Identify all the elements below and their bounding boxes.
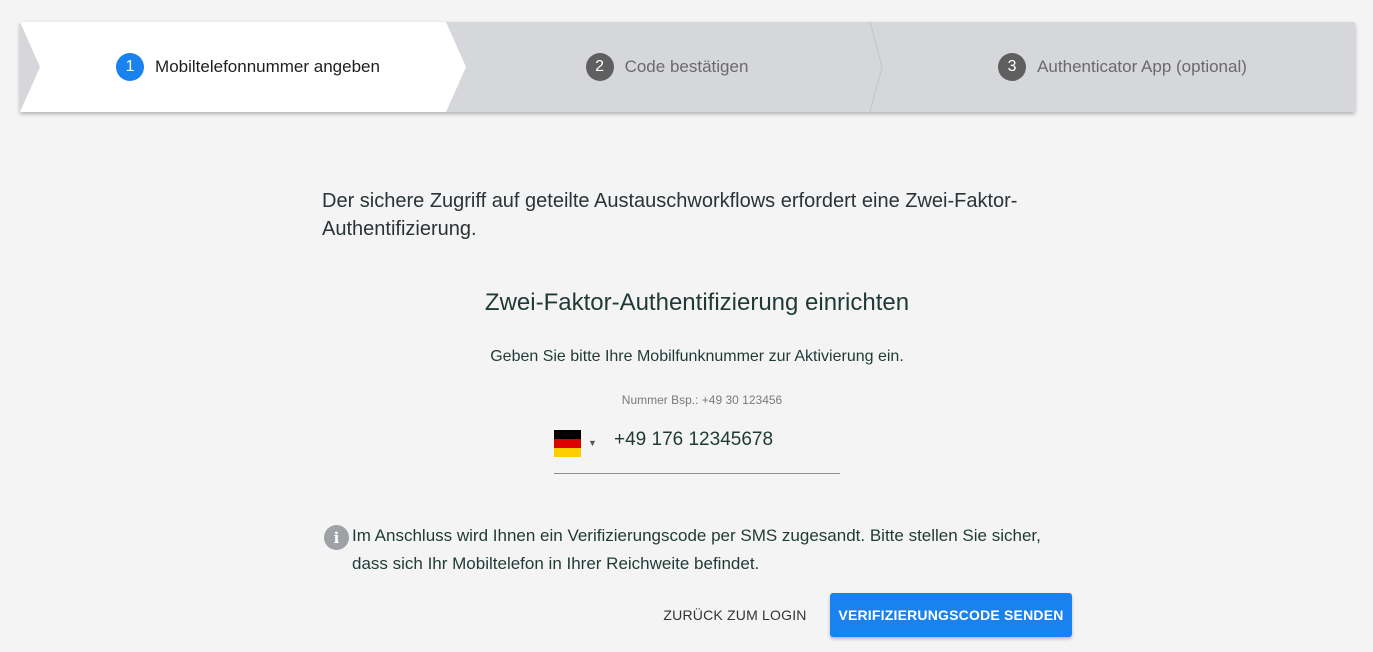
germany-flag-icon [554, 429, 581, 457]
caret-down-icon: ▼ [588, 437, 597, 448]
country-select[interactable]: ▼ [554, 429, 602, 457]
step-2-label: Code bestätigen [624, 57, 749, 76]
intro-text: Der sichere Zugriff auf geteilte Austaus… [322, 190, 1018, 240]
info-text-line-1: Im Anschluss wird Ihnen ein Verifizierun… [352, 526, 1041, 545]
send-verification-code-button[interactable]: VERIFIZIERUNGSCODE SENDEN [830, 593, 1072, 637]
step-3-label: Authenticator App (optional) [1037, 57, 1247, 76]
phone-field: ▼ [554, 422, 840, 474]
step-2-number: 2 [585, 53, 614, 81]
info-text: Im Anschluss wird Ihnen ein Verifizierun… [352, 522, 1072, 578]
step-1-number: 1 [116, 53, 145, 81]
info-icon: i [324, 525, 349, 550]
stepper: 1 Mobiltelefonnummer angeben 2 Code best… [0, 0, 1373, 130]
back-to-login-button[interactable]: ZURÜCK ZUM LOGIN [655, 593, 815, 636]
phone-hint: Nummer Bsp.: +49 30 123456 [621, 393, 783, 407]
step-1-label: Mobiltelefonnummer angeben [155, 57, 380, 76]
instruction-text: Geben Sie bitte Ihre Mobilfunknummer zur… [490, 348, 904, 365]
phone-number-input[interactable] [614, 425, 834, 455]
page-title: Zwei-Faktor-Authentifizierung einrichten [484, 289, 910, 316]
step-1-phone-number[interactable]: 1 Mobiltelefonnummer angeben [20, 22, 466, 112]
info-text-line-2: dass sich Ihr Mobiltelefon in Ihrer Reic… [352, 554, 760, 573]
step-3-authenticator-app[interactable]: 3 Authenticator App (optional) [880, 22, 1355, 112]
step-2-confirm-code[interactable]: 2 Code bestätigen [446, 22, 880, 112]
step-3-number: 3 [998, 53, 1027, 81]
